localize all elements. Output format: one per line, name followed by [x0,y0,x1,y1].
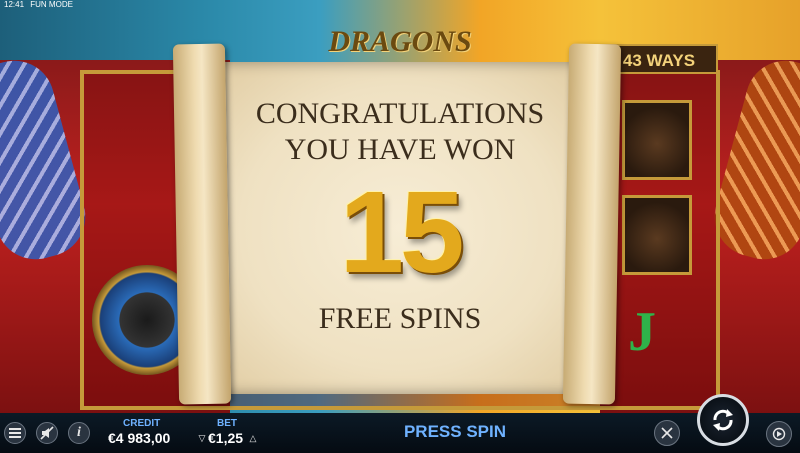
status-time: 12:41 [4,0,25,9]
j-symbol: J [628,301,656,363]
bet-value: €1,25 [208,430,244,446]
game-logo: DRAGONS [328,25,472,58]
bet-decrease-button[interactable]: ▽ [197,432,207,444]
congrats-line-1: CONGRATULATIONS [255,97,545,130]
triangle-up-icon: △ [249,432,257,443]
congratulations-text: CONGRATULATIONS YOU HAVE WON [212,96,588,168]
spin-button[interactable] [697,394,749,446]
info-button[interactable]: i [68,422,90,444]
turbo-icon [661,427,673,439]
samurai-symbol [622,195,692,275]
press-spin-prompt: PRESS SPIN [403,422,507,441]
status-bar: 12:41 FUN MODE [0,0,800,12]
bet-increase-button[interactable]: △ [248,432,258,444]
turbo-button[interactable] [654,420,680,446]
spin-icon [713,409,733,431]
credit-label: CREDIT [123,418,161,429]
free-spins-count: 15 [339,167,464,297]
autoplay-icon [772,427,786,441]
congrats-line-2: YOU HAVE WON [284,133,516,166]
menu-button[interactable] [4,422,26,444]
samurai-symbol [622,100,692,180]
credit-value: €4 983,00 [108,430,171,446]
sound-off-icon [40,426,54,440]
free-spins-label: FREE SPINS [318,302,482,335]
info-icon: i [77,425,81,440]
menu-icon [9,428,21,438]
sound-button[interactable] [36,422,58,444]
triangle-down-icon: ▽ [198,432,206,443]
status-mode: FUN MODE [30,0,73,9]
bet-label: BET [217,418,237,429]
autoplay-button[interactable] [766,421,792,447]
